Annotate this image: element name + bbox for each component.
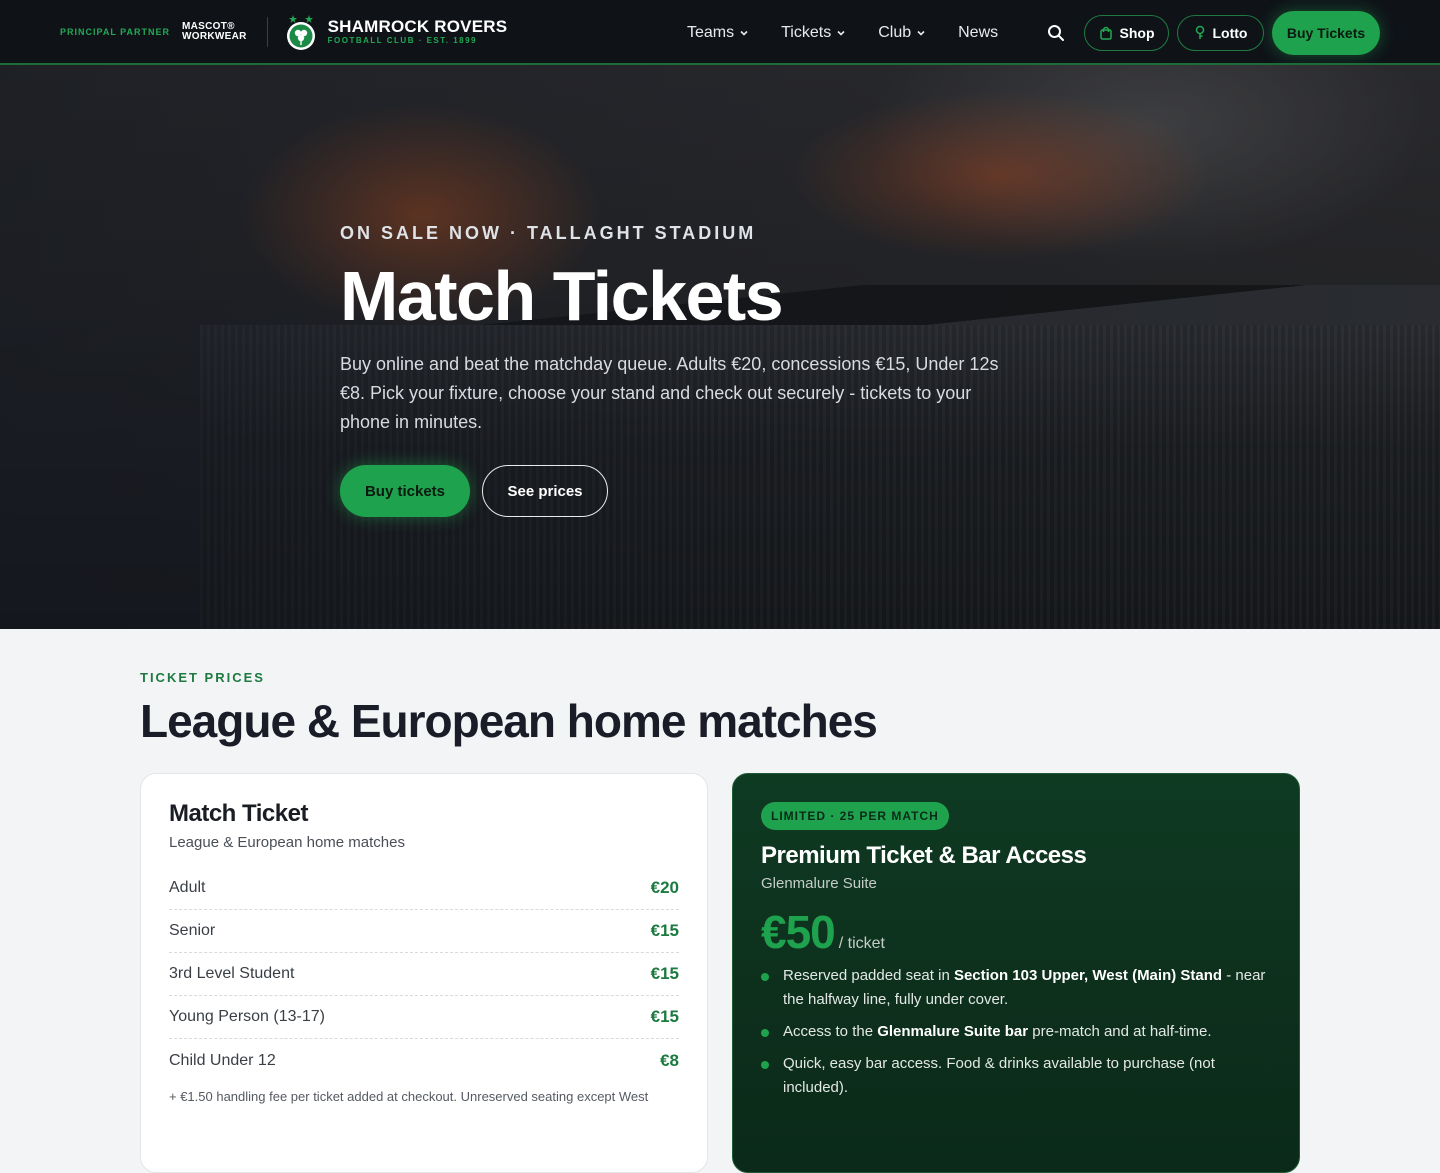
price-label: Adult <box>169 879 206 896</box>
price-list: Adult €20 Senior €15 3rd Level Student €… <box>169 867 679 1082</box>
partner-label: PRINCIPAL PARTNER <box>60 26 171 37</box>
club-crest-icon[interactable] <box>284 13 318 51</box>
premium-unit: / ticket <box>838 935 885 952</box>
buy-tickets-nav-button[interactable]: Buy Tickets <box>1272 11 1380 55</box>
premium-price: €50 / ticket <box>761 906 1271 958</box>
club-title: SHAMROCK ROVERS <box>327 16 508 36</box>
main-menu: Teams Tickets Club News <box>687 0 998 65</box>
feature-text: Reserved padded seat in <box>783 967 954 984</box>
principal-partner[interactable]: PRINCIPAL PARTNER MASCOT® WORKWEAR <box>60 20 247 42</box>
partner-name-line1: MASCOT® <box>182 20 235 32</box>
price-value: €8 <box>660 1050 679 1070</box>
premium-ticket-card: LIMITED · 25 PER MATCH Premium Ticket & … <box>732 773 1300 1173</box>
menu-item-news[interactable]: News <box>958 24 998 42</box>
feature-item: Access to the Glenmalure Suite bar pre-m… <box>761 1020 1271 1044</box>
nav-divider <box>266 16 268 47</box>
premium-amount: €50 <box>761 906 836 958</box>
section-eyebrow: TICKET PRICES <box>140 670 265 685</box>
price-label: Young Person (13-17) <box>169 1008 325 1025</box>
feature-text: pre-match and at half-time. <box>1028 1023 1212 1040</box>
menu-item-label: Teams <box>687 23 735 41</box>
hero-actions: Buy tickets See prices <box>340 465 1010 517</box>
menu-item-label: Tickets <box>781 23 832 41</box>
chevron-down-icon <box>837 30 845 36</box>
menu-item-label: Club <box>878 23 912 41</box>
partner-logo: MASCOT® WORKWEAR <box>182 20 247 42</box>
shop-label: Shop <box>1119 25 1155 41</box>
hero-eyebrow: ON SALE NOW · TALLAGHT STADIUM <box>340 223 757 243</box>
price-row: Adult €20 <box>169 867 679 910</box>
feature-text: Quick, easy bar access. Food & drinks av… <box>783 1055 1215 1096</box>
shopping-bag-icon <box>1099 26 1112 40</box>
buy-tickets-button[interactable]: Buy tickets <box>340 465 470 517</box>
club-subtitle: FOOTBALL CLUB · EST. 1899 <box>327 35 478 45</box>
price-label: Child Under 12 <box>169 1051 276 1069</box>
price-row: Young Person (13-17) €15 <box>169 996 679 1039</box>
price-row: 3rd Level Student €15 <box>169 953 679 996</box>
premium-features: Reserved padded seat in Section 103 Uppe… <box>761 964 1271 1100</box>
top-nav: PRINCIPAL PARTNER MASCOT® WORKWEAR SHAMR… <box>0 0 1440 65</box>
see-prices-button[interactable]: See prices <box>482 465 608 517</box>
price-value: €15 <box>650 1007 679 1026</box>
premium-subtitle: Glenmalure Suite <box>761 875 877 892</box>
price-value: €20 <box>650 878 679 897</box>
chevron-down-icon <box>740 30 748 36</box>
shop-button[interactable]: Shop <box>1084 15 1169 51</box>
feature-highlight: Section 103 Upper, West (Main) Stand <box>953 967 1223 984</box>
feature-text: Access to the <box>783 1023 878 1040</box>
page-title: Match Tickets <box>340 257 784 335</box>
card-subtitle: League & European home matches <box>169 834 405 851</box>
search-icon[interactable] <box>1047 24 1065 42</box>
feature-item: Quick, easy bar access. Food & drinks av… <box>761 1052 1271 1100</box>
price-label: Senior <box>169 922 216 939</box>
hero-description: Buy online and beat the matchday queue. … <box>340 354 999 432</box>
card-title: Match Ticket <box>169 800 308 827</box>
partner-name-line2: WORKWEAR <box>182 30 247 42</box>
ticket-prices-section: TICKET PRICES League & European home mat… <box>140 670 1300 1173</box>
price-value: €15 <box>650 964 679 983</box>
hero-banner: ON SALE NOW · TALLAGHT STADIUM Match Tic… <box>0 65 1440 629</box>
chevron-down-icon <box>917 30 925 36</box>
hero-content: ON SALE NOW · TALLAGHT STADIUM Match Tic… <box>340 223 1010 517</box>
feature-item: Reserved padded seat in Section 103 Uppe… <box>761 964 1271 1012</box>
club-wordmark[interactable]: SHAMROCK ROVERS FOOTBALL CLUB · EST. 189… <box>327 16 508 46</box>
lotto-label: Lotto <box>1212 25 1248 41</box>
feature-highlight: Glenmalure Suite bar <box>877 1023 1029 1040</box>
price-label: 3rd Level Student <box>169 965 295 982</box>
limited-badge: LIMITED · 25 PER MATCH <box>761 802 949 830</box>
match-ticket-card: Match Ticket League & European home matc… <box>140 773 708 1173</box>
menu-item-teams[interactable]: Teams <box>687 24 748 42</box>
price-value: €15 <box>650 921 679 940</box>
lotto-button[interactable]: Lotto <box>1177 15 1264 51</box>
menu-item-club[interactable]: Club <box>878 24 925 42</box>
fine-print: + €1.50 handling fee per ticket added at… <box>169 1089 649 1104</box>
price-row: Senior €15 <box>169 910 679 953</box>
menu-item-tickets[interactable]: Tickets <box>781 24 845 42</box>
premium-title: Premium Ticket & Bar Access <box>761 842 1087 869</box>
price-row: Child Under 12 €8 <box>169 1039 679 1082</box>
section-title: League & European home matches <box>140 695 878 747</box>
lotto-icon <box>1195 25 1204 39</box>
menu-item-label: News <box>958 23 999 41</box>
